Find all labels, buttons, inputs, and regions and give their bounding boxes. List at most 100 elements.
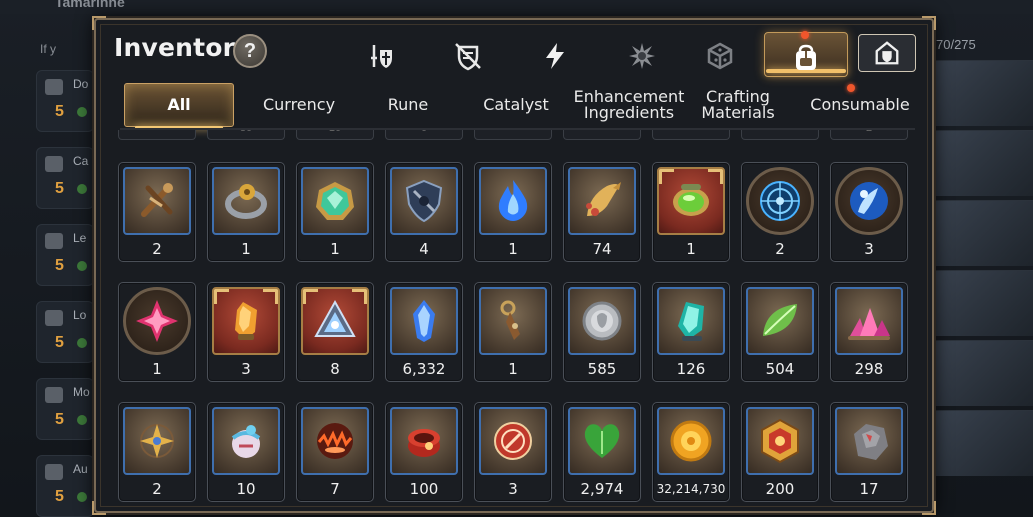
item-quantity: 7 [330, 480, 340, 498]
item-quantity: 10 [236, 480, 256, 498]
cube-icon [707, 42, 733, 70]
partial-item-cell[interactable]: 30 [207, 130, 285, 140]
item-slot-golden-fish[interactable]: 74 [563, 162, 641, 262]
background-hero-row: Do 5 [36, 70, 94, 132]
partial-item-cell[interactable] [563, 130, 641, 140]
item-slot-teal-crystal[interactable]: 126 [652, 282, 730, 382]
item-frame [835, 167, 903, 235]
blue-flame-icon [498, 180, 528, 221]
partial-item-cell[interactable] [474, 130, 552, 140]
item-slot-blue-rune-circle[interactable]: 2 [741, 162, 819, 262]
tab-consumable-notification-dot [847, 84, 855, 92]
partial-item-cell[interactable]: 0 [385, 130, 463, 140]
background-hero-name: Ca [73, 154, 89, 168]
tab-all[interactable]: All [124, 83, 234, 129]
background-hero-name: Au [73, 462, 88, 476]
background-hero-row: Au 5 [36, 455, 94, 517]
item-slot-leaf[interactable]: 504 [741, 282, 819, 382]
item-slot-stone-ore[interactable]: 17 [830, 402, 908, 502]
category-cube-button[interactable] [700, 36, 740, 76]
background-portrait [930, 340, 1033, 406]
category-lightning-button[interactable] [535, 36, 575, 76]
partial-item-cell[interactable]: 2 [830, 130, 908, 140]
item-frame [301, 407, 369, 475]
frame-corner [922, 16, 936, 30]
category-bag-notification-dot [801, 31, 809, 39]
item-slot-cloth-bundle[interactable]: 10 [207, 402, 285, 502]
item-slot-green-heart[interactable]: 2,974 [563, 402, 641, 502]
item-quantity: 1 [241, 240, 251, 258]
gear-ring-icon [225, 184, 267, 219]
dark-shield-icon [405, 179, 443, 223]
category-splat-button[interactable] [622, 36, 662, 76]
torch-bundle-icon [141, 183, 173, 217]
background-hero-star: 5 [55, 488, 64, 505]
item-slot-gold-hex-emblem[interactable]: 200 [741, 402, 819, 502]
tab-enhancement-ingredients[interactable]: Enhancement Ingredients [574, 83, 685, 127]
item-slot-silver-coin[interactable]: 585 [563, 282, 641, 382]
item-slot-pink-star-gem[interactable]: 1 [118, 282, 196, 382]
item-frame [746, 287, 814, 355]
sword-shield-icon [371, 45, 392, 68]
help-button[interactable]: ? [233, 34, 267, 68]
partial-item-cell[interactable] [118, 130, 196, 140]
partial-item-quantity: 10 [297, 130, 373, 134]
background-hero-name: Lo [73, 308, 87, 322]
item-slot-pink-crystals[interactable]: 298 [830, 282, 908, 382]
panel-title: Inventory [114, 33, 252, 62]
item-grid[interactable]: 301002 21141741231386,332158512650429821… [114, 130, 914, 508]
item-slot-green-gem-brooch[interactable]: 1 [296, 162, 374, 262]
item-slot-red-badge[interactable]: 3 [474, 402, 552, 502]
background-hero-name: Do [73, 77, 89, 91]
item-slot-gold-sun-coin[interactable]: 32,214,730 [652, 402, 730, 502]
item-slot-bronze-charm[interactable]: 1 [474, 282, 552, 382]
partial-item-cell[interactable] [652, 130, 730, 140]
partial-item-cell[interactable] [741, 130, 819, 140]
partial-item-cell[interactable]: 10 [296, 130, 374, 140]
item-slot-gear-ring[interactable]: 1 [207, 162, 285, 262]
item-frame [390, 287, 458, 355]
item-frame [657, 287, 725, 355]
item-slot-blue-crystal[interactable]: 6,332 [385, 282, 463, 382]
item-quantity: 3 [864, 240, 874, 258]
item-quantity: 1 [152, 360, 162, 378]
category-sword-shield-button[interactable] [361, 36, 401, 76]
category-broken-shield-button[interactable] [448, 36, 488, 76]
background-hero-icon [45, 464, 63, 480]
item-frame [479, 167, 547, 235]
splat-icon [629, 43, 655, 69]
item-quantity: 585 [587, 360, 617, 378]
item-frame [835, 287, 903, 355]
background-hero-icon [45, 79, 63, 95]
background-hero-list: Do 5 Ca 5 Le 5 Lo 5 Mo 5 Au 5 [0, 30, 95, 517]
tab-currency[interactable]: Currency [244, 83, 354, 127]
red-ember-orb-icon [317, 423, 353, 459]
item-slot-amber-crystal[interactable]: 3 [207, 282, 285, 382]
tab-rune[interactable]: Rune [353, 83, 463, 127]
tab-crafting-materials[interactable]: Crafting Materials [688, 83, 788, 127]
item-slot-blue-flame[interactable]: 1 [474, 162, 552, 262]
item-quantity: 6,332 [402, 360, 446, 378]
item-slot-triangle-rune[interactable]: 8 [296, 282, 374, 382]
background-hero-star: 5 [55, 411, 64, 428]
item-slot-red-ring[interactable]: 100 [385, 402, 463, 502]
background-hero-icon [45, 233, 63, 249]
item-frame [212, 287, 280, 355]
item-slot-dark-shield[interactable]: 4 [385, 162, 463, 262]
golden-fish-icon [586, 182, 621, 216]
tab-consumable[interactable]: Consumable [800, 83, 920, 127]
category-storage-button[interactable] [858, 34, 916, 72]
background-top-bar: Tamarinne [0, 0, 1033, 14]
item-slot-red-ember-orb[interactable]: 7 [296, 402, 374, 502]
background-hero-star: 5 [55, 180, 64, 197]
item-slot-torch-bundle[interactable]: 2 [118, 162, 196, 262]
item-slot-green-orb-amulet[interactable]: 1 [652, 162, 730, 262]
background-hero-row: Ca 5 [36, 147, 94, 209]
background-hero-star: 5 [55, 103, 64, 120]
background-title: Tamarinne [55, 0, 125, 10]
item-slot-star-compass[interactable]: 2 [118, 402, 196, 502]
green-heart-icon [584, 424, 620, 458]
tab-catalyst[interactable]: Catalyst [460, 83, 572, 127]
item-slot-crystal-sphere[interactable]: 3 [830, 162, 908, 262]
silver-coin-icon [582, 301, 622, 341]
